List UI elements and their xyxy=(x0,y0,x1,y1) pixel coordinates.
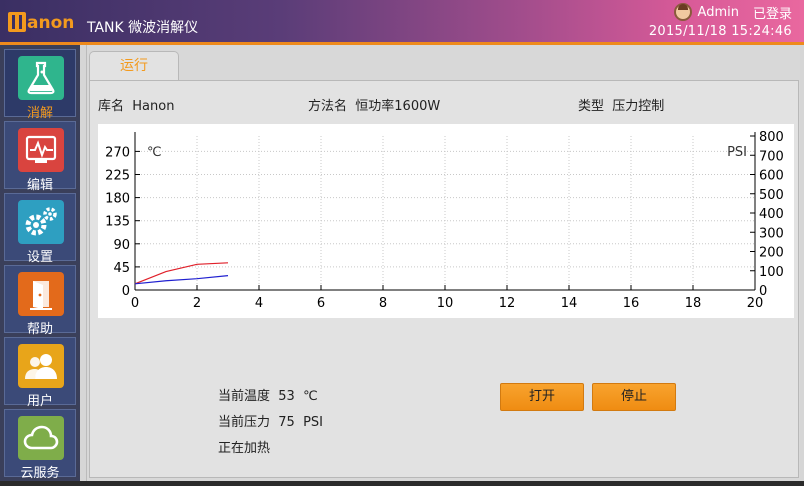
pressure-readout: 当前压力 75 PSI xyxy=(218,411,323,430)
type-label: 类型 xyxy=(578,99,605,114)
sidebar-item-label: 用户 xyxy=(26,394,53,409)
y-left-unit-label: ℃ xyxy=(147,145,162,160)
method-label: 方法名 xyxy=(308,99,348,114)
sidebar-item-cloud[interactable]: 云服务 xyxy=(4,409,76,481)
x-tick-label: 16 xyxy=(623,296,640,311)
x-tick-label: 8 xyxy=(379,296,387,311)
x-tick-label: 6 xyxy=(317,296,325,311)
login-status: 已登录 xyxy=(752,6,792,22)
sidebar-item-users[interactable]: 用户 xyxy=(4,337,76,409)
tab-run[interactable]: 运行 xyxy=(89,51,179,81)
chart-svg: 0 2 4 6 8 10 12 14 16 18 2004590135180225270010020… xyxy=(105,130,784,311)
run-panel: 库名 Hanon 方法名 恒功率1600W 类型 压力控制 0 2 4 6 8 10 12 1… xyxy=(89,80,799,478)
y-right-tick-label: 800 xyxy=(759,130,784,145)
method-info: 方法名 恒功率1600W xyxy=(308,95,440,114)
temp-label: 当前温度 xyxy=(218,389,271,404)
heating-status: 正在加热 xyxy=(218,441,271,456)
flask-icon xyxy=(18,56,64,100)
sidebar-item-edit[interactable]: 编辑 xyxy=(4,121,76,193)
sidebar-item-label: 消解 xyxy=(26,106,53,121)
hanon-logo: anon xyxy=(8,12,74,32)
y-right-tick-label: 400 xyxy=(759,207,784,222)
y-left-tick-label: 270 xyxy=(105,145,130,160)
sidebar-item-digestion[interactable]: 消解 xyxy=(4,49,76,121)
y-right-tick-label: 300 xyxy=(759,226,784,241)
temperature-series-line xyxy=(134,262,229,285)
pressure-series-line xyxy=(134,275,229,285)
x-tick-label: 4 xyxy=(255,296,263,311)
pressure-label: 当前压力 xyxy=(218,415,271,430)
y-left-tick-label: 90 xyxy=(113,238,130,253)
y-left-tick-label: 135 xyxy=(105,215,130,230)
library-value: Hanon xyxy=(132,99,175,114)
gears-icon xyxy=(18,200,64,244)
y-right-tick-label: 100 xyxy=(759,265,784,280)
open-button[interactable]: 打开 xyxy=(500,383,584,411)
sidebar-item-label: 编辑 xyxy=(26,178,53,193)
x-tick-label: 14 xyxy=(561,296,578,311)
type-value: 压力控制 xyxy=(612,99,665,114)
cloud-icon xyxy=(18,416,64,460)
x-tick-label: 0 xyxy=(131,296,139,311)
x-tick-label: 2 xyxy=(193,296,201,311)
help-door-icon xyxy=(18,272,64,316)
temp-unit: ℃ xyxy=(303,389,318,404)
title-bar: anon TANK 微波消解仪 Admin 已登录 2015/11/18 15:… xyxy=(0,0,804,44)
app-title: TANK 微波消解仪 xyxy=(87,20,199,36)
y-left-tick-label: 45 xyxy=(113,261,130,276)
pressure-value: 75 xyxy=(278,415,295,430)
method-value: 恒功率1600W xyxy=(355,99,441,114)
user-box: Admin 已登录 2015/11/18 15:24:46 xyxy=(649,3,792,39)
y-right-tick-label: 200 xyxy=(759,246,784,261)
sidebar-item-label: 设置 xyxy=(26,250,53,265)
stop-button[interactable]: 停止 xyxy=(592,383,676,411)
background-terminal-strip xyxy=(0,481,804,486)
sidebar: 消解 编辑 设置 帮助 用户 云服务 xyxy=(0,45,80,486)
library-info: 库名 Hanon xyxy=(98,95,174,114)
y-right-unit-label: PSI xyxy=(727,145,747,160)
y-right-tick-label: 0 xyxy=(759,284,767,299)
y-left-tick-label: 180 xyxy=(105,192,130,207)
logo-text: anon xyxy=(27,13,75,33)
sidebar-item-help[interactable]: 帮助 xyxy=(4,265,76,337)
main-panel: 运行 库名 Hanon 方法名 恒功率1600W 类型 压力控制 0 2 4 6 8 10… xyxy=(86,45,800,481)
users-icon xyxy=(18,344,64,388)
y-right-tick-label: 700 xyxy=(759,149,784,164)
temp-value: 53 xyxy=(278,389,295,404)
datetime: 2015/11/18 15:24:46 xyxy=(648,24,792,39)
sidebar-item-label: 云服务 xyxy=(20,466,60,481)
sidebar-item-settings[interactable]: 设置 xyxy=(4,193,76,265)
library-label: 库名 xyxy=(98,99,125,114)
x-tick-label: 10 xyxy=(437,296,454,311)
avatar[interactable] xyxy=(673,3,692,21)
sidebar-item-label: 帮助 xyxy=(26,322,53,337)
chart-edit-icon xyxy=(18,128,64,172)
type-info: 类型 压力控制 xyxy=(578,95,664,114)
y-left-tick-label: 0 xyxy=(122,284,130,299)
logo-h-icon xyxy=(8,12,26,32)
x-tick-label: 12 xyxy=(499,296,516,311)
app-window: anon TANK 微波消解仪 Admin 已登录 2015/11/18 15:… xyxy=(0,0,804,486)
temperature-pressure-chart: 0 2 4 6 8 10 12 14 16 18 20 0 45 90 135 180 225 270 0 100 20… xyxy=(98,124,794,318)
user-name[interactable]: Admin xyxy=(698,5,739,20)
pressure-unit: PSI xyxy=(303,415,324,430)
y-right-tick-label: 500 xyxy=(759,188,784,203)
x-tick-label: 18 xyxy=(685,296,702,311)
y-right-tick-label: 600 xyxy=(759,169,784,184)
y-left-tick-label: 225 xyxy=(105,169,130,184)
temperature-readout: 当前温度 53 ℃ xyxy=(218,385,318,404)
